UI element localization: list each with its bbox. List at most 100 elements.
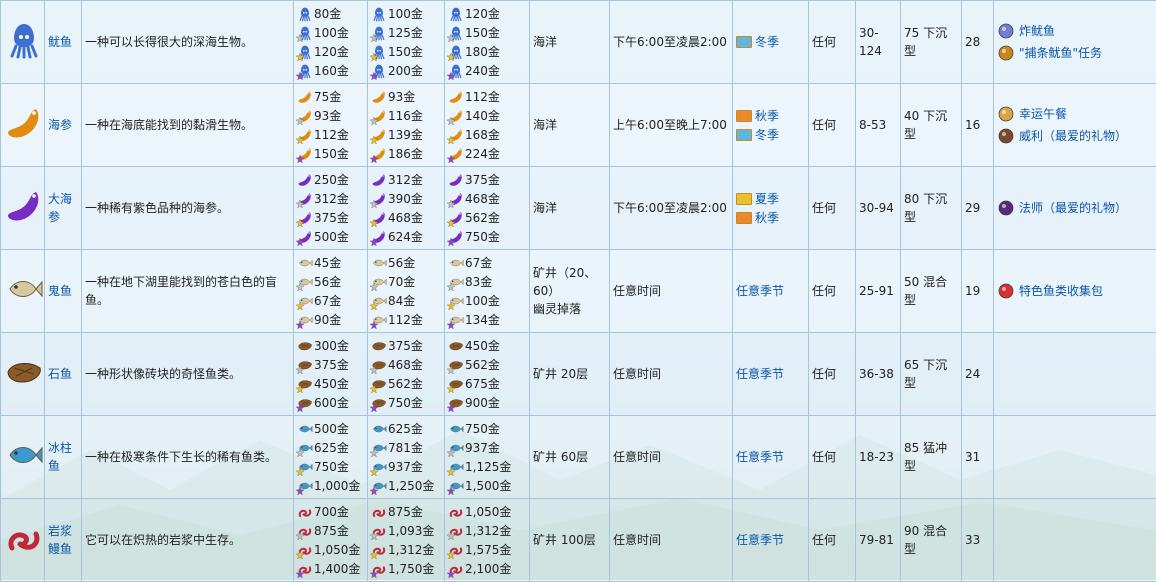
price-list: 93金116金139金186金 xyxy=(371,87,441,163)
season-link[interactable]: 任意季节 xyxy=(736,531,784,549)
fish-description: 一种在海底能找到的黏滑生物。 xyxy=(82,84,294,167)
price-entry: 1,750金 xyxy=(371,559,441,578)
price-cell: 80金100金120金160金 xyxy=(294,1,368,84)
fish-row: 海参一种在海底能找到的黏滑生物。75金93金112金150金93金116金139… xyxy=(1,84,1156,167)
fish-icon[interactable] xyxy=(4,352,44,397)
season-link[interactable]: 秋季 xyxy=(755,107,779,125)
fish-icon[interactable] xyxy=(4,435,44,480)
fish-icon[interactable] xyxy=(4,186,44,231)
fish-name-link[interactable]: 鱿鱼 xyxy=(48,35,72,49)
uses-cell xyxy=(994,416,1156,499)
price-value: 624金 xyxy=(388,228,423,246)
price-value: 160金 xyxy=(314,62,349,80)
quality-star-icon xyxy=(296,468,304,476)
price-value: 250金 xyxy=(314,171,349,189)
price-entry: 1,575金 xyxy=(448,540,526,559)
fish-mini-icon xyxy=(448,229,464,245)
season-cell: 任意季节 xyxy=(733,416,809,499)
use-link[interactable]: 幸运午餐 xyxy=(1019,105,1067,123)
fish-mini-icon xyxy=(448,395,464,411)
fish-mini-icon xyxy=(371,255,387,271)
price-entry: 700金 xyxy=(297,502,364,521)
price-list: 312金390金468金624金 xyxy=(371,170,441,246)
price-entry: 781金 xyxy=(371,438,441,457)
quality-star-icon xyxy=(370,449,378,457)
fish-name-link[interactable]: 石鱼 xyxy=(48,367,72,381)
season-icon xyxy=(736,110,752,122)
price-value: 937金 xyxy=(465,439,500,457)
price-cell: 312金390金468金624金 xyxy=(368,167,445,250)
fish-name-link[interactable]: 冰柱鱼 xyxy=(48,441,72,473)
fish-name-link[interactable]: 鬼鱼 xyxy=(48,284,72,298)
season-link[interactable]: 夏季 xyxy=(755,190,779,208)
use-link[interactable]: "捕条鱿鱼"任务 xyxy=(1019,44,1102,62)
fish-mini-icon xyxy=(448,127,464,143)
price-entry: 150金 xyxy=(371,42,441,61)
quality-star-icon xyxy=(296,487,304,495)
location-text: 矿井 100层 xyxy=(533,531,606,549)
fish-mini-icon xyxy=(448,146,464,162)
xp-cell: 16 xyxy=(962,84,994,167)
price-entry: 45金 xyxy=(297,253,364,272)
price-value: 468金 xyxy=(388,356,423,374)
fish-image-cell xyxy=(1,499,45,582)
season-link[interactable]: 任意季节 xyxy=(736,448,784,466)
price-entry: 90金 xyxy=(297,310,364,329)
bundle-icon xyxy=(997,282,1015,300)
xp-cell: 19 xyxy=(962,250,994,333)
season-link[interactable]: 任意季节 xyxy=(736,282,784,300)
fish-name-link[interactable]: 海参 xyxy=(48,118,72,132)
use-entry: "捕条鱿鱼"任务 xyxy=(997,42,1153,64)
fish-mini-icon xyxy=(297,395,313,411)
fish-icon[interactable] xyxy=(4,20,44,65)
use-link[interactable]: 法师（最爱的礼物） xyxy=(1019,199,1127,217)
location-text: 矿井 60层 xyxy=(533,448,606,466)
use-link[interactable]: 威利（最爱的礼物） xyxy=(1019,127,1127,145)
fish-name-link[interactable]: 岩浆鳗鱼 xyxy=(48,524,72,556)
price-entry: 250金 xyxy=(297,170,364,189)
price-value: 875金 xyxy=(388,503,423,521)
price-entry: 224金 xyxy=(448,144,526,163)
quality-star-icon xyxy=(296,136,304,144)
price-value: 90金 xyxy=(314,311,341,329)
price-value: 75金 xyxy=(314,88,341,106)
price-value: 562金 xyxy=(388,375,423,393)
fish-description: 一种在极寒条件下生长的稀有鱼类。 xyxy=(82,416,294,499)
fish-name-link[interactable]: 大海参 xyxy=(48,192,72,224)
fish-icon[interactable] xyxy=(4,518,44,563)
price-list: 500金625金750金1,000金 xyxy=(297,419,364,495)
fish-name-cell: 鬼鱼 xyxy=(45,250,82,333)
location-text: 矿井（20、60） xyxy=(533,264,606,300)
fish-mini-icon xyxy=(371,274,387,290)
fish-icon[interactable] xyxy=(4,269,44,314)
time-cell: 任意时间 xyxy=(610,499,733,582)
price-entry: 468金 xyxy=(448,189,526,208)
difficulty-cell: 90 混合型 xyxy=(901,499,962,582)
fish-description: 它可以在炽热的岩浆中生存。 xyxy=(82,499,294,582)
season-icon xyxy=(736,129,752,141)
price-entry: 112金 xyxy=(448,87,526,106)
difficulty-cell: 80 下沉型 xyxy=(901,167,962,250)
fish-mini-icon xyxy=(297,6,313,22)
quality-star-icon xyxy=(370,53,378,61)
price-value: 468金 xyxy=(465,190,500,208)
price-entry: 468金 xyxy=(371,208,441,227)
fish-icon[interactable] xyxy=(4,103,44,148)
price-value: 45金 xyxy=(314,254,341,272)
size-cell: 18-23 xyxy=(856,416,901,499)
xp-cell: 31 xyxy=(962,416,994,499)
price-value: 750金 xyxy=(465,228,500,246)
use-link[interactable]: 特色鱼类收集包 xyxy=(1019,282,1103,300)
fish-mini-icon xyxy=(448,440,464,456)
use-link[interactable]: 炸鱿鱼 xyxy=(1019,22,1055,40)
price-cell: 375金468金562金750金 xyxy=(445,167,530,250)
quality-star-icon xyxy=(370,117,378,125)
fish-row: 鱿鱼一种可以长得很大的深海生物。80金100金120金160金100金125金1… xyxy=(1,1,1156,84)
season-link[interactable]: 任意季节 xyxy=(736,365,784,383)
price-entry: 375金 xyxy=(297,208,364,227)
season-link[interactable]: 冬季 xyxy=(755,33,779,51)
fish-mini-icon xyxy=(371,421,387,437)
quality-star-icon xyxy=(296,532,304,540)
season-link[interactable]: 秋季 xyxy=(755,209,779,227)
season-link[interactable]: 冬季 xyxy=(755,126,779,144)
